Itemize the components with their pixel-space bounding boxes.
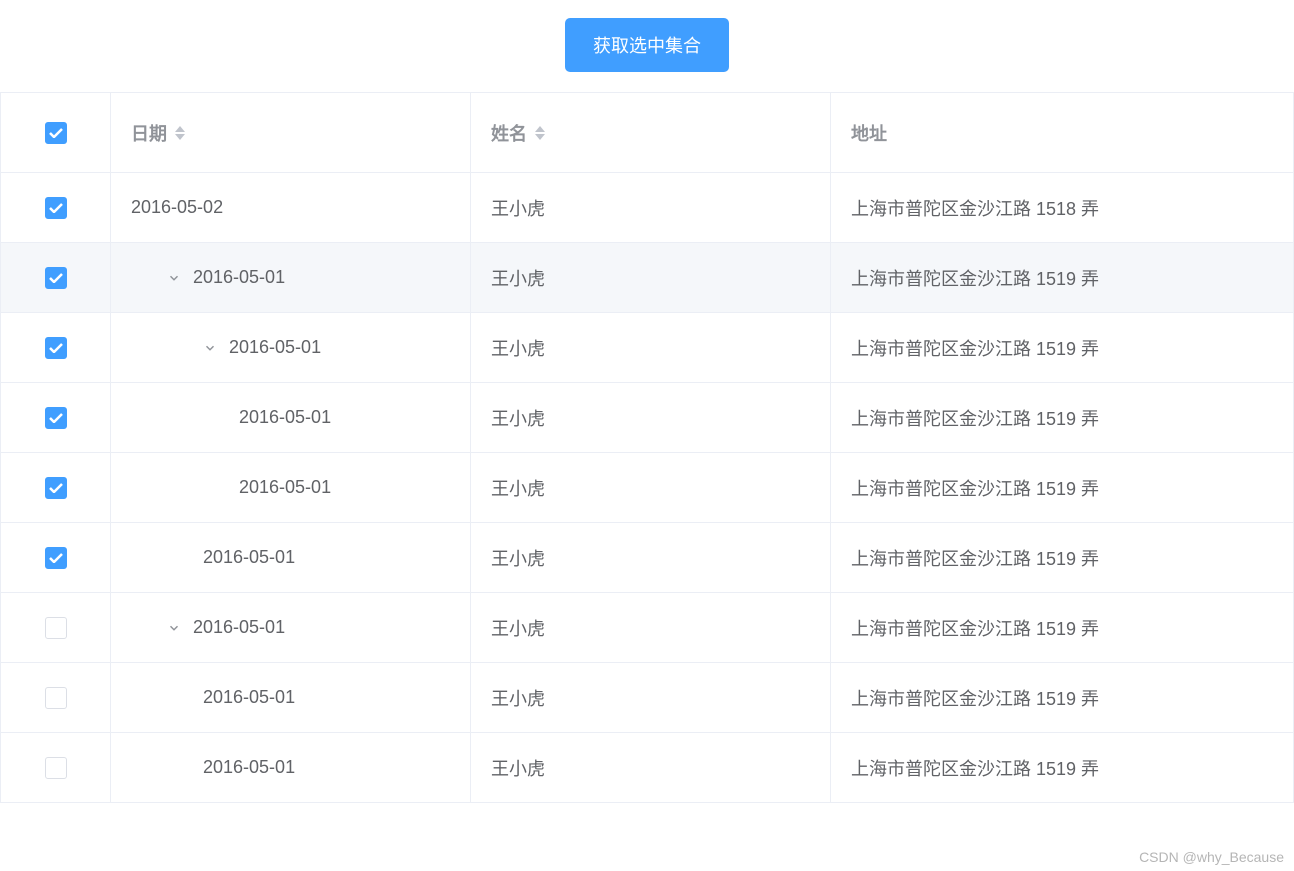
name-cell: 王小虎 — [491, 265, 545, 291]
name-cell: 王小虎 — [491, 755, 545, 781]
row-checkbox[interactable] — [45, 267, 67, 289]
row-checkbox[interactable] — [45, 687, 67, 709]
caret-up-icon[interactable] — [175, 126, 185, 132]
address-cell: 上海市普陀区金沙江路 1519 弄 — [851, 405, 1099, 431]
chevron-down-icon[interactable] — [167, 271, 181, 285]
name-cell: 王小虎 — [491, 335, 545, 361]
sort-icon[interactable] — [175, 126, 185, 140]
table-row: 2016-05-01 王小虎 上海市普陀区金沙江路 1519 弄 — [1, 593, 1294, 663]
row-checkbox[interactable] — [45, 617, 67, 639]
table-row: 2016-05-01 王小虎 上海市普陀区金沙江路 1519 弄 — [1, 733, 1294, 803]
select-all-checkbox[interactable] — [45, 122, 67, 144]
table-row: 2016-05-01 王小虎 上海市普陀区金沙江路 1519 弄 — [1, 523, 1294, 593]
chevron-down-icon[interactable] — [203, 341, 217, 355]
chevron-down-icon[interactable] — [167, 621, 181, 635]
caret-up-icon[interactable] — [535, 126, 545, 132]
date-cell: 2016-05-01 — [203, 687, 295, 708]
name-cell: 王小虎 — [491, 685, 545, 711]
table-header-row: 日期 姓名 地址 — [1, 93, 1294, 173]
column-header-date: 日期 — [131, 120, 167, 146]
table-row: 2016-05-02 王小虎 上海市普陀区金沙江路 1518 弄 — [1, 173, 1294, 243]
table-row: 2016-05-01 王小虎 上海市普陀区金沙江路 1519 弄 — [1, 663, 1294, 733]
table-row: 2016-05-01 王小虎 上海市普陀区金沙江路 1519 弄 — [1, 243, 1294, 313]
address-cell: 上海市普陀区金沙江路 1518 弄 — [851, 195, 1099, 221]
date-cell: 2016-05-01 — [203, 547, 295, 568]
caret-down-icon[interactable] — [175, 134, 185, 140]
address-cell: 上海市普陀区金沙江路 1519 弄 — [851, 685, 1099, 711]
date-cell: 2016-05-01 — [193, 267, 285, 288]
name-cell: 王小虎 — [491, 405, 545, 431]
address-cell: 上海市普陀区金沙江路 1519 弄 — [851, 615, 1099, 641]
row-checkbox[interactable] — [45, 337, 67, 359]
name-cell: 王小虎 — [491, 195, 545, 221]
date-cell: 2016-05-01 — [229, 337, 321, 358]
column-header-name: 姓名 — [491, 120, 527, 146]
table-row: 2016-05-01 王小虎 上海市普陀区金沙江路 1519 弄 — [1, 313, 1294, 383]
row-checkbox[interactable] — [45, 477, 67, 499]
row-checkbox[interactable] — [45, 197, 67, 219]
date-cell: 2016-05-02 — [131, 197, 223, 218]
table-row: 2016-05-01 王小虎 上海市普陀区金沙江路 1519 弄 — [1, 453, 1294, 523]
sort-icon[interactable] — [535, 126, 545, 140]
date-cell: 2016-05-01 — [193, 617, 285, 638]
address-cell: 上海市普陀区金沙江路 1519 弄 — [851, 755, 1099, 781]
table-row: 2016-05-01 王小虎 上海市普陀区金沙江路 1519 弄 — [1, 383, 1294, 453]
row-checkbox[interactable] — [45, 407, 67, 429]
name-cell: 王小虎 — [491, 615, 545, 641]
address-cell: 上海市普陀区金沙江路 1519 弄 — [851, 265, 1099, 291]
name-cell: 王小虎 — [491, 475, 545, 501]
name-cell: 王小虎 — [491, 545, 545, 571]
get-selected-button[interactable]: 获取选中集合 — [565, 18, 729, 72]
address-cell: 上海市普陀区金沙江路 1519 弄 — [851, 475, 1099, 501]
watermark-text: CSDN @why_Because — [1139, 849, 1284, 865]
data-table: 日期 姓名 地址 — [0, 92, 1294, 803]
address-cell: 上海市普陀区金沙江路 1519 弄 — [851, 335, 1099, 361]
date-cell: 2016-05-01 — [203, 757, 295, 778]
date-cell: 2016-05-01 — [239, 407, 331, 428]
column-header-address: 地址 — [851, 120, 887, 146]
date-cell: 2016-05-01 — [239, 477, 331, 498]
row-checkbox[interactable] — [45, 547, 67, 569]
row-checkbox[interactable] — [45, 757, 67, 779]
caret-down-icon[interactable] — [535, 134, 545, 140]
address-cell: 上海市普陀区金沙江路 1519 弄 — [851, 545, 1099, 571]
